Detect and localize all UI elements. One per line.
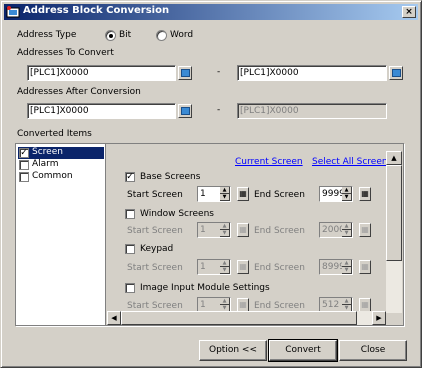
list-item-alarm-label[interactable]: Alarm	[32, 159, 58, 169]
image-input-checkbox[interactable]	[125, 283, 135, 293]
horizontal-scroll-thumb[interactable]	[121, 311, 357, 325]
image-end-value: 512	[322, 300, 340, 310]
radio-word-label[interactable]: Word	[170, 30, 193, 40]
keypad-start-input: 1 ▲ ▼	[197, 259, 231, 275]
select-all-screens-link[interactable]: Select All Screens	[312, 157, 392, 167]
list-item-common-checkbox[interactable]	[19, 172, 29, 182]
horizontal-scrollbar[interactable]: ◀ ▶	[107, 311, 386, 325]
dialog-window: Address Block Conversion × Address Type …	[0, 0, 422, 368]
convert-range-separator: -	[217, 67, 221, 77]
close-button[interactable]: Close	[339, 340, 407, 361]
window-title: Address Block Conversion	[23, 5, 170, 16]
list-item-common[interactable]: Common	[18, 171, 104, 183]
addresses-to-convert-label: Addresses To Convert	[17, 48, 114, 58]
convert-from-picker-button[interactable]	[178, 66, 192, 80]
app-icon	[6, 5, 20, 19]
window-start-value: 1	[200, 225, 206, 235]
base-screens-checkbox[interactable]: ✓	[125, 172, 135, 182]
keypad-end-label: End Screen	[254, 263, 305, 273]
after-from-picker-button[interactable]	[178, 104, 192, 118]
list-item-common-label[interactable]: Common	[32, 171, 73, 181]
radio-bit-indicator[interactable]	[105, 30, 116, 41]
keypad-icon: ▦	[237, 260, 249, 274]
base-end-input[interactable]: 9999 ▲ ▼	[319, 186, 353, 202]
keypad-start-label: Start Screen	[127, 263, 183, 273]
window-screens-label: Window Screens	[140, 209, 214, 219]
converted-items-list[interactable]: ✓ Screen Alarm Common	[16, 144, 106, 325]
scroll-right-icon[interactable]: ▶	[372, 311, 386, 325]
convert-from-input[interactable]: [PLC1]X0000	[27, 65, 176, 81]
keypad-icon[interactable]: ▦	[237, 187, 249, 201]
after-to-input: [PLC1]X0000	[237, 103, 387, 119]
keypad-icon: ▦	[237, 298, 249, 312]
base-screens-label: Base Screens	[140, 172, 201, 182]
window-screens-checkbox[interactable]	[125, 209, 135, 219]
image-start-spinner: ▲ ▼	[220, 298, 230, 312]
window-start-input: 1 ▲ ▼	[197, 222, 231, 238]
base-start-spinner[interactable]: ▲ ▼	[220, 187, 230, 201]
scroll-left-icon[interactable]: ◀	[107, 311, 121, 325]
list-item-alarm[interactable]: Alarm	[18, 159, 104, 171]
current-screen-link[interactable]: Current Screen	[235, 157, 303, 167]
image-end-spinner: ▲ ▼	[342, 298, 352, 312]
image-end-label: End Screen	[254, 301, 305, 311]
address-picker-icon	[392, 69, 401, 77]
image-start-label: Start Screen	[127, 301, 183, 311]
convert-to-input[interactable]: [PLC1]X0000	[237, 65, 387, 81]
convert-button[interactable]: Convert	[268, 339, 338, 362]
radio-word-indicator[interactable]	[156, 30, 167, 41]
convert-to-picker-button[interactable]	[389, 66, 403, 80]
window-start-label: Start Screen	[127, 226, 183, 236]
option-button[interactable]: Option <<	[199, 340, 267, 361]
after-from-input[interactable]: [PLC1]X0000	[27, 103, 176, 119]
screen-settings-panel: Current Screen Select All Screens ✓ Base…	[107, 144, 403, 325]
image-start-value: 1	[200, 300, 206, 310]
image-input-label: Image Input Module Settings	[140, 283, 270, 293]
keypad-icon[interactable]: ▦	[359, 187, 371, 201]
keypad-end-spinner: ▲ ▼	[342, 260, 352, 274]
keypad-icon: ▦	[359, 298, 371, 312]
window-end-label: End Screen	[254, 226, 305, 236]
title-bar[interactable]: Address Block Conversion ×	[4, 4, 418, 20]
address-picker-icon	[181, 107, 190, 115]
keypad-label: Keypad	[140, 244, 174, 254]
addresses-after-conversion-label: Addresses After Conversion	[17, 87, 141, 97]
list-item-screen-label[interactable]: Screen	[32, 147, 63, 157]
after-range-separator: -	[217, 105, 221, 115]
converted-items-label: Converted Items	[17, 129, 92, 139]
address-type-label: Address Type	[17, 30, 77, 40]
radio-bit-label[interactable]: Bit	[119, 30, 131, 40]
keypad-start-value: 1	[200, 262, 206, 272]
keypad-start-spinner: ▲ ▼	[220, 260, 230, 274]
list-item-screen[interactable]: ✓ Screen	[18, 147, 104, 159]
keypad-end-input: 8999 ▲ ▼	[319, 259, 353, 275]
base-end-spinner[interactable]: ▲ ▼	[342, 187, 352, 201]
window-end-input: 2000 ▲ ▼	[319, 222, 353, 238]
base-end-label: End Screen	[254, 190, 305, 200]
base-start-input[interactable]: 1 ▲ ▼	[197, 186, 231, 202]
close-icon[interactable]: ×	[402, 6, 416, 18]
window-start-spinner: ▲ ▼	[220, 223, 230, 237]
keypad-icon: ▦	[359, 260, 371, 274]
keypad-icon: ▦	[237, 223, 249, 237]
scroll-up-icon[interactable]: ▲	[386, 151, 402, 165]
base-start-label: Start Screen	[127, 190, 183, 200]
vertical-scrollbar[interactable]: ▲	[386, 151, 402, 313]
address-picker-icon	[181, 69, 190, 77]
list-item-screen-checkbox[interactable]: ✓	[19, 148, 29, 158]
list-item-alarm-checkbox[interactable]	[19, 160, 29, 170]
base-start-value: 1	[200, 189, 206, 199]
keypad-icon: ▦	[359, 223, 371, 237]
vertical-scroll-thumb[interactable]	[386, 165, 402, 261]
window-end-spinner: ▲ ▼	[342, 223, 352, 237]
keypad-checkbox[interactable]	[125, 244, 135, 254]
